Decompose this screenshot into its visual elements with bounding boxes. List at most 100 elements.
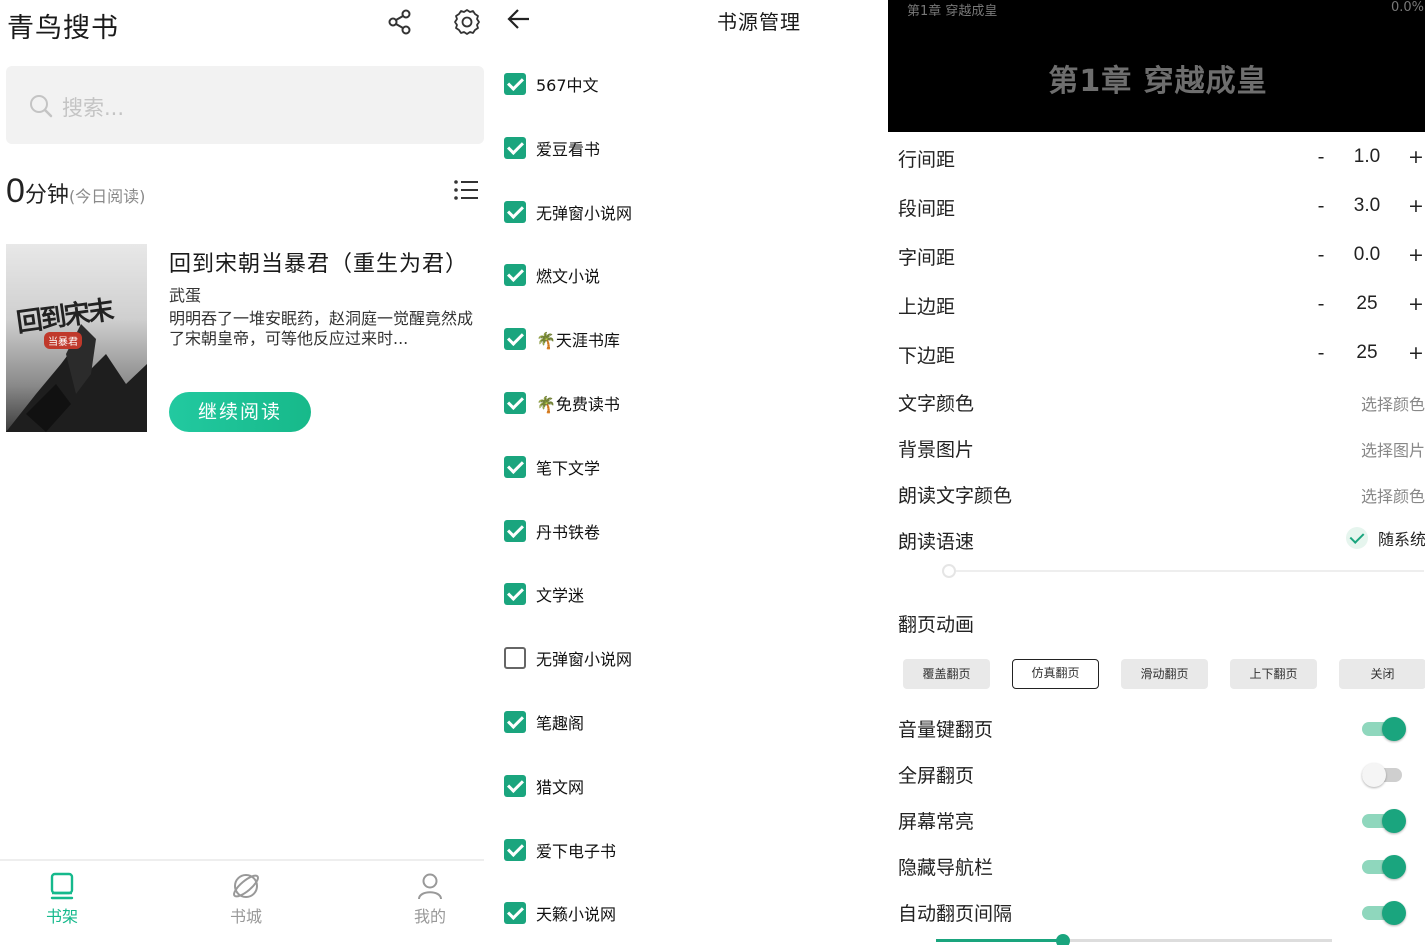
search-input[interactable]: 搜索... <box>6 66 484 144</box>
source-item[interactable]: 爱豆看书 <box>504 133 600 163</box>
source-item[interactable]: 燃文小说 <box>504 260 600 290</box>
list-view-icon[interactable] <box>453 178 479 202</box>
nav-item-bookshelf[interactable]: 书架 <box>22 871 102 927</box>
value-stepper: - 0.0 + <box>1314 244 1425 272</box>
source-item[interactable]: 文学迷 <box>504 579 584 609</box>
source-label: 爱豆看书 <box>536 139 601 159</box>
source-checkbox[interactable] <box>504 392 526 414</box>
toggle-switch[interactable] <box>1362 901 1406 925</box>
source-item[interactable]: 丹书铁卷 <box>504 516 600 546</box>
page-anim-option[interactable]: 滑动翻页 <box>1121 659 1208 689</box>
value-stepper: - 25 + <box>1314 293 1425 321</box>
speech-rate-thumb[interactable] <box>942 564 956 578</box>
source-checkbox[interactable] <box>504 519 526 542</box>
page-anim-option[interactable]: 关闭 <box>1339 659 1425 689</box>
value-stepper: - 1.0 + <box>1314 146 1425 174</box>
check-icon <box>1346 527 1368 549</box>
source-label: 爱下电子书 <box>536 841 617 861</box>
toggle-switch[interactable] <box>1362 763 1406 787</box>
toggle-label: 隐藏导航栏 <box>898 857 994 879</box>
stepper-value: 1.0 <box>1353 146 1381 167</box>
speech-rate-track[interactable] <box>942 570 1424 572</box>
auto-interval-fill <box>936 939 1063 942</box>
source-label: 天籁小说网 <box>536 905 617 925</box>
read-time-sub: (今日阅读) <box>68 187 146 206</box>
source-label: 🌴免费读书 <box>536 395 620 414</box>
picker-action[interactable]: 选择颜色 <box>1361 391 1425 415</box>
source-label: 燃文小说 <box>536 267 601 287</box>
source-management-screen: 书源管理 567中文 爱豆看书 无弹窗小说网 燃文小说 🌴天涯书库 🌴免费读书 笔下文学 丹书… <box>488 0 888 945</box>
decrement-button[interactable]: - <box>1314 342 1328 364</box>
nav-item-mine[interactable]: 我的 <box>390 871 470 927</box>
source-checkbox[interactable] <box>504 328 526 351</box>
stepper-label: 下边距 <box>898 345 956 367</box>
source-checkbox[interactable] <box>504 647 526 670</box>
source-item[interactable]: 🌴免费读书 <box>504 388 620 418</box>
increment-button[interactable]: + <box>1408 244 1424 266</box>
source-item[interactable]: 🌴天涯书库 <box>504 324 620 354</box>
shelf-header: 青鸟搜书 <box>0 0 488 50</box>
nav-label-mine: 我的 <box>413 907 446 926</box>
book-title[interactable]: 回到宋朝当暴君（重生为君） <box>169 246 468 278</box>
nav-label-bookshelf: 书架 <box>45 907 78 926</box>
increment-button[interactable]: + <box>1408 293 1424 315</box>
page-anim-option[interactable]: 上下翻页 <box>1230 659 1317 689</box>
increment-button[interactable]: + <box>1408 146 1424 168</box>
page-anim-option[interactable]: 覆盖翻页 <box>903 659 990 689</box>
page-anim-option[interactable]: 仿真翻页 <box>1012 659 1099 689</box>
picker-action[interactable]: 选择图片 <box>1361 437 1425 461</box>
book-cover[interactable]: 回到宋末 当暴君 <box>6 244 147 432</box>
source-checkbox[interactable] <box>504 200 526 223</box>
source-label: 567中文 <box>536 76 599 95</box>
picker-label: 背景图片 <box>898 439 975 461</box>
picker-label: 文字颜色 <box>898 393 975 415</box>
follow-system-checkbox[interactable]: 随系统 <box>1346 526 1425 550</box>
source-item[interactable]: 567中文 <box>504 69 599 99</box>
source-checkbox[interactable] <box>504 455 526 478</box>
picker-label: 朗读文字颜色 <box>898 485 1013 507</box>
source-checkbox[interactable] <box>504 774 526 797</box>
source-checkbox[interactable] <box>504 583 526 606</box>
source-checkbox[interactable] <box>504 838 526 861</box>
decrement-button[interactable]: - <box>1314 195 1328 217</box>
gear-icon[interactable] <box>453 8 481 36</box>
source-item[interactable]: 笔下文学 <box>504 452 600 482</box>
page-title: 书源管理 <box>717 10 801 34</box>
source-checkbox[interactable] <box>504 902 526 925</box>
source-checkbox[interactable] <box>504 711 526 733</box>
source-label: 笔下文学 <box>536 458 601 478</box>
book-description: 明明吞了一堆安眠药，赵洞庭一觉醒竟然成了宋朝皇帝，可等他反应过来时... <box>169 309 474 348</box>
source-item[interactable]: 猎文网 <box>504 771 584 801</box>
preview-chapter-small: 第1章 穿越成皇 <box>907 4 998 19</box>
source-item[interactable]: 爱下电子书 <box>504 835 616 865</box>
source-item[interactable]: 无弹窗小说网 <box>504 643 632 673</box>
planet-icon <box>233 874 259 898</box>
toggle-switch[interactable] <box>1362 717 1406 741</box>
increment-button[interactable]: + <box>1408 342 1424 364</box>
toggle-switch[interactable] <box>1362 809 1406 833</box>
continue-reading-button[interactable]: 继续阅读 <box>169 392 311 432</box>
stepper-label: 行间距 <box>898 149 956 171</box>
decrement-button[interactable]: - <box>1314 146 1328 168</box>
toggle-switch[interactable] <box>1362 855 1406 879</box>
source-checkbox[interactable] <box>504 73 526 95</box>
source-item[interactable]: 天籁小说网 <box>504 898 616 928</box>
cover-subtitle: 当暴君 <box>44 332 82 349</box>
source-item[interactable]: 笔趣阁 <box>504 707 584 737</box>
source-item[interactable]: 无弹窗小说网 <box>504 197 632 227</box>
auto-interval-thumb[interactable] <box>1055 934 1070 945</box>
share-icon[interactable] <box>386 8 414 36</box>
stepper-value: 25 <box>1356 342 1378 363</box>
nav-item-bookstore[interactable]: 书城 <box>206 871 286 927</box>
decrement-button[interactable]: - <box>1314 244 1328 266</box>
decrement-button[interactable]: - <box>1314 293 1328 315</box>
reader-settings-screen: 第1章 穿越成皇 0.0% 第1章 穿越成皇 行间距 - 1.0 + 段间距 - 3.0 + 字… <box>888 0 1425 945</box>
toggle-label: 自动翻页间隔 <box>898 903 1013 925</box>
back-arrow-icon[interactable] <box>506 6 532 32</box>
toggle-knob <box>1362 763 1386 787</box>
source-checkbox[interactable] <box>504 136 526 159</box>
toggle-label: 音量键翻页 <box>898 719 994 741</box>
increment-button[interactable]: + <box>1408 195 1424 217</box>
source-checkbox[interactable] <box>504 264 526 287</box>
picker-action[interactable]: 选择颜色 <box>1361 483 1425 507</box>
